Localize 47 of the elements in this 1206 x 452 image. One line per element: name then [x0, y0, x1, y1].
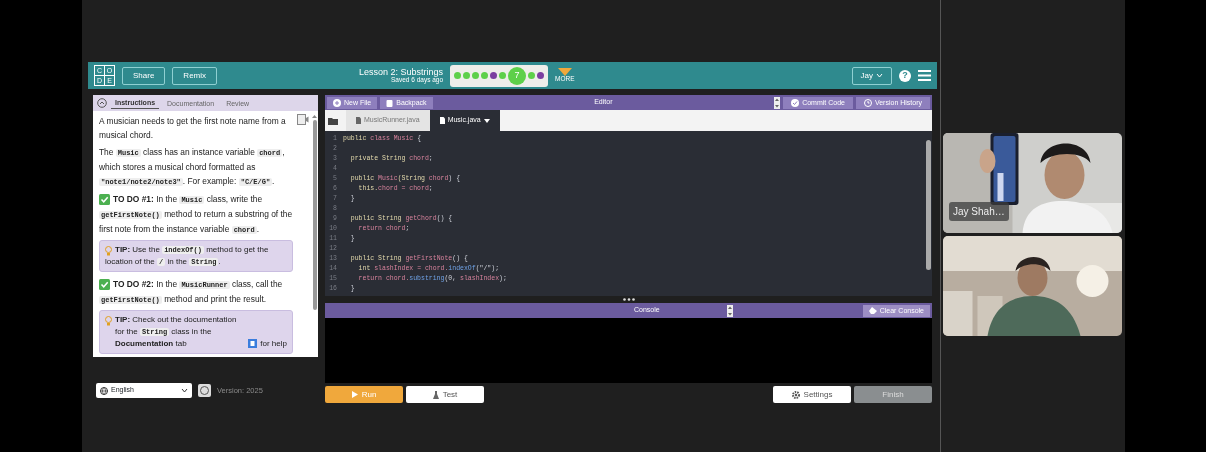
checkbox-icon	[99, 279, 110, 290]
play-icon	[351, 391, 358, 398]
level-dot[interactable]	[528, 72, 536, 79]
chevron-down-icon	[181, 388, 188, 393]
level-dot[interactable]	[481, 72, 489, 79]
scroll-up-icon	[312, 115, 317, 118]
header-button[interactable]: Share	[122, 66, 166, 85]
lesson-title: Lesson 2: Substrings	[359, 67, 444, 77]
caret-icon	[483, 118, 490, 123]
scrollbar-thumb[interactable]	[312, 120, 317, 310]
gear-icon	[791, 390, 800, 399]
checkbox-icon	[99, 194, 110, 205]
level-dot[interactable]	[463, 72, 471, 79]
drag-handle-icon[interactable]	[622, 298, 635, 301]
instruction-text: A musician needs to get the first note name from a musical chord.	[99, 115, 287, 142]
flask-icon	[432, 390, 439, 399]
header-button[interactable]: Remix	[172, 66, 218, 85]
folder-icon[interactable]	[328, 116, 338, 125]
lightbulb-icon	[105, 316, 112, 326]
lightbulb-icon	[105, 246, 112, 256]
test-button[interactable]: Test	[406, 386, 484, 403]
file-icon	[356, 117, 361, 124]
menu-icon[interactable]	[918, 70, 931, 81]
chevron-down-icon	[876, 73, 883, 78]
document-icon	[248, 339, 258, 348]
scrollbar-thumb[interactable]	[925, 140, 931, 270]
participant-name: Jay Shah…	[949, 202, 1009, 221]
check-circle-icon	[791, 98, 800, 107]
clock-icon	[863, 98, 872, 107]
level-dot[interactable]	[454, 72, 462, 79]
file-icon	[439, 117, 445, 124]
level-dot[interactable]	[499, 72, 507, 79]
finish-button[interactable]: Finish	[854, 386, 932, 403]
resize-arrows-icon[interactable]	[726, 304, 733, 317]
level-dot[interactable]	[537, 72, 545, 79]
settings-button[interactable]: Settings	[773, 386, 851, 403]
plus-circle-icon	[333, 98, 341, 107]
level-dot[interactable]	[490, 72, 498, 79]
user-menu-button[interactable]: Jay	[851, 66, 892, 85]
globe-icon	[100, 386, 108, 395]
tip-text: for help	[260, 338, 287, 350]
help-button[interactable]: ?	[899, 69, 911, 82]
resize-arrows-icon[interactable]	[774, 96, 781, 109]
collapse-icon[interactable]	[97, 98, 107, 108]
triangle-icon[interactable]	[557, 68, 572, 77]
eraser-icon	[868, 307, 877, 314]
level-dot[interactable]	[472, 72, 480, 79]
